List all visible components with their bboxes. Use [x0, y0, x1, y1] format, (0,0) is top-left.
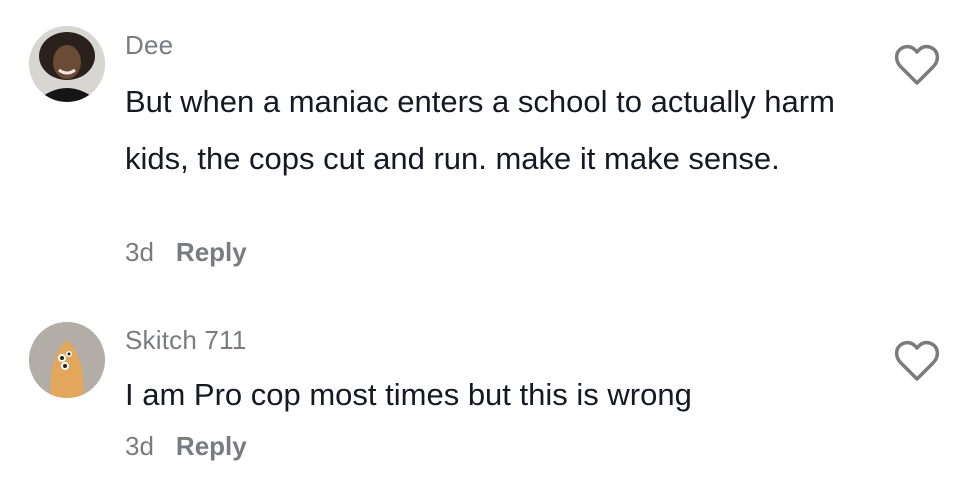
comment-text: But when a maniac enters a school to act… [125, 84, 835, 176]
avatar-image [29, 26, 105, 102]
comment-username[interactable]: Skitch 711 [125, 325, 246, 356]
comment-meta: 3d Reply [125, 237, 247, 268]
comment-item: Skitch 711 I am Pro cop most times but t… [0, 300, 980, 486]
user-avatar[interactable] [29, 322, 105, 398]
heart-outline-icon [894, 44, 940, 85]
comment-username[interactable]: Dee [125, 30, 173, 61]
avatar-image [29, 322, 105, 398]
comment-item: Dee But when a maniac enters a school to… [0, 0, 980, 290]
reply-button[interactable]: Reply [176, 431, 247, 462]
comment-meta: 3d Reply [125, 431, 247, 462]
comment-timestamp: 3d [125, 431, 154, 461]
user-avatar[interactable] [29, 26, 105, 102]
heart-outline-icon [894, 340, 940, 381]
like-button[interactable] [893, 43, 941, 87]
comment-text: I am Pro cop most times but this is wron… [125, 377, 692, 412]
comment-timestamp: 3d [125, 237, 154, 267]
reply-button[interactable]: Reply [176, 237, 247, 268]
like-button[interactable] [893, 339, 941, 383]
